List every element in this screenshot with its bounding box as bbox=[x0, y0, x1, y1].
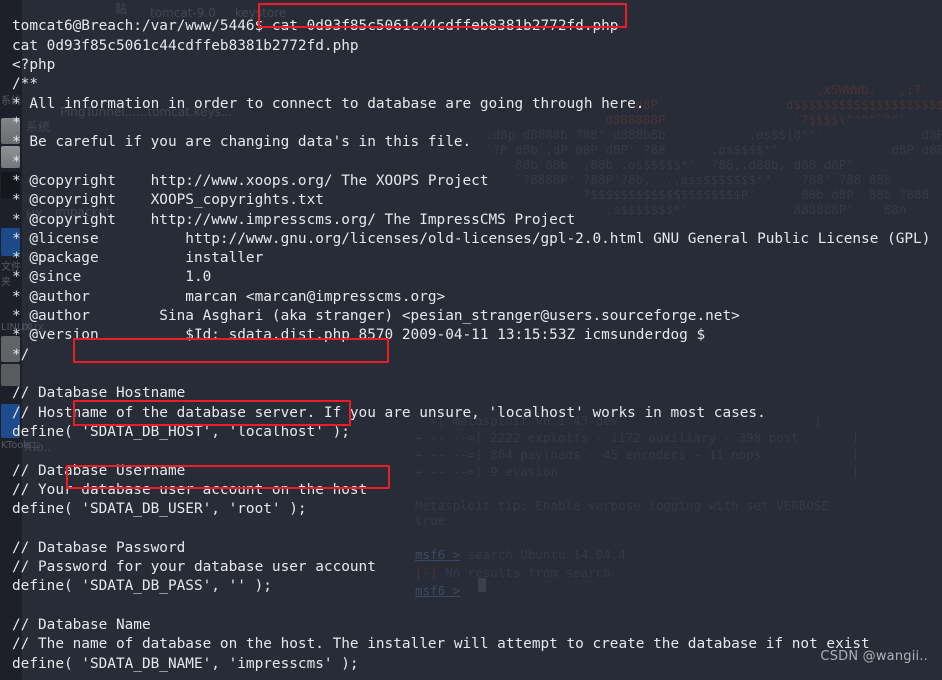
db-pass-highlight-box bbox=[66, 465, 390, 489]
db-host-highlight-box bbox=[73, 338, 389, 363]
terminal-line: * All information in order to connect to… bbox=[12, 95, 645, 112]
terminal-line: define( 'SDATA_DB_PASS', '' ); bbox=[12, 578, 272, 595]
terminal-line: * @author Sina Asghari (aka stranger) <p… bbox=[12, 308, 740, 325]
terminal-line: define( 'SDATA_DB_NAME', 'impresscms' ); bbox=[12, 655, 359, 672]
terminal-line: <?php bbox=[12, 57, 56, 74]
terminal-line: // The name of database on the host. The… bbox=[12, 636, 870, 653]
terminal-line: * @copyright XOOPS_copyrights.txt bbox=[12, 192, 324, 209]
terminal-line: * @copyright http://www.impresscms.org/ … bbox=[12, 211, 576, 228]
terminal-line: * @since 1.0 bbox=[12, 269, 212, 286]
terminal-line: * @license http://www.gnu.org/licenses/o… bbox=[12, 230, 931, 247]
terminal-line: * bbox=[12, 114, 21, 131]
terminal-line: * Be careful if you are changing data's … bbox=[12, 134, 472, 151]
terminal-line: // Database Name bbox=[12, 617, 151, 634]
terminal-line: // Password for your database user accou… bbox=[12, 559, 376, 576]
terminal-line: * @copyright http://www.xoops.org/ The X… bbox=[12, 172, 489, 189]
terminal-line: * bbox=[12, 153, 21, 170]
terminal-line: * @package installer bbox=[12, 250, 264, 267]
csdn-watermark: CSDN @wangii.. bbox=[820, 649, 928, 664]
terminal-line: // Database Password bbox=[12, 539, 186, 556]
db-user-highlight-box bbox=[73, 400, 351, 426]
terminal-line: cat 0d93f85c5061c44cdffeb8381b2772fd.php bbox=[12, 37, 359, 54]
terminal-line: /** bbox=[12, 76, 38, 93]
screenshot-root: 系统 文件夹 LINUX... KTools... ,xSWWWb. ,;?` … bbox=[0, 0, 942, 680]
command-highlight-box bbox=[258, 3, 627, 28]
terminal-line: define( 'SDATA_DB_USER', 'root' ); bbox=[12, 501, 307, 518]
terminal-line: * @author marcan <marcan@impresscms.org> bbox=[12, 288, 446, 305]
